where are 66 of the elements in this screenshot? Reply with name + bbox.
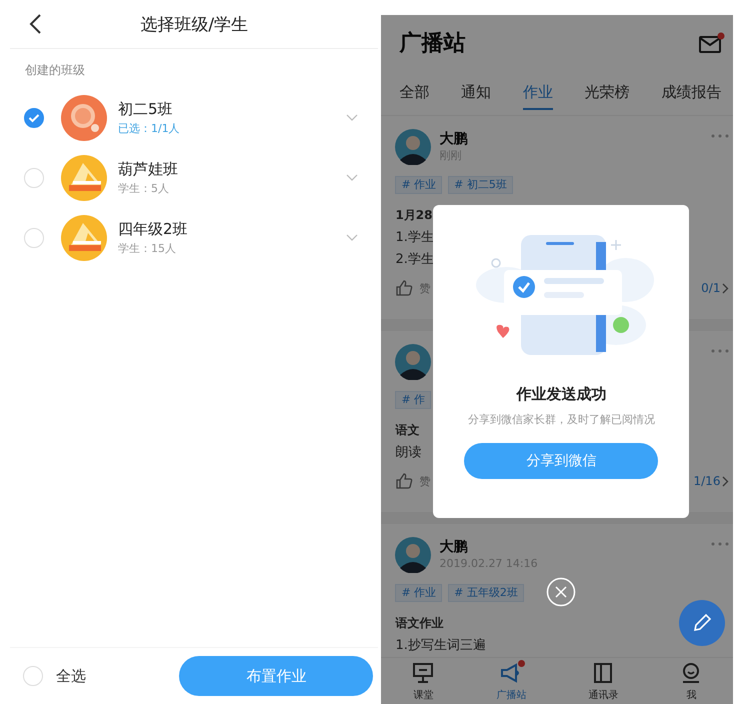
class-name: 四年级2班: [118, 219, 189, 240]
like-label[interactable]: 赞: [419, 280, 430, 296]
like-label[interactable]: 赞: [419, 474, 430, 488]
post-text: 1.抄写生词三遍: [395, 637, 486, 655]
post-text: 1月28: [395, 207, 433, 224]
magnifier-icon: [61, 95, 107, 141]
class-count: 已选：1/1人: [118, 121, 181, 137]
check-icon: [28, 113, 40, 123]
author-name: 大鹏: [439, 538, 468, 556]
tab[interactable]: 成绩报告: [661, 74, 722, 110]
share-button[interactable]: 分享到微信: [464, 443, 658, 479]
ruler-icon: [61, 155, 107, 201]
dialog-message: 分享到微信家长群，及时了解已阅情况: [468, 412, 655, 427]
close-icon[interactable]: [546, 577, 576, 607]
book-icon: [592, 662, 614, 684]
chevron-right-icon[interactable]: [722, 282, 730, 294]
page-title: 选择班级/学生: [140, 14, 248, 36]
post-text: 2.学生: [395, 251, 434, 269]
thumbs-up-icon[interactable]: [395, 279, 414, 297]
tab[interactable]: 作业: [522, 74, 553, 110]
author-name: 大鹏: [439, 130, 468, 148]
read-count[interactable]: 1/16: [694, 474, 720, 488]
tag[interactable]: # 作业: [395, 584, 442, 602]
chevron-right-icon[interactable]: [722, 476, 730, 486]
nav-tab[interactable]: 广播站: [486, 658, 536, 704]
thumbs-up-icon[interactable]: [395, 472, 414, 490]
post-text: 1.学生: [395, 229, 434, 247]
pencil-icon: [691, 612, 714, 634]
nav-tab[interactable]: 通讯录: [578, 658, 628, 704]
tag[interactable]: # 初二5班: [448, 176, 513, 194]
page-title: 广播站: [399, 30, 466, 58]
avatar-placeholder: [395, 537, 432, 573]
more-icon[interactable]: [711, 134, 730, 138]
read-count[interactable]: 0/1: [701, 281, 720, 295]
chevron-down-icon[interactable]: [346, 234, 358, 242]
tab[interactable]: 光荣榜: [584, 74, 630, 110]
avatar-placeholder: [395, 344, 432, 380]
class-name: 初二5班: [118, 99, 174, 120]
mail-icon[interactable]: [699, 32, 726, 54]
tag[interactable]: # 作: [395, 391, 432, 409]
tag[interactable]: # 作业: [395, 176, 442, 194]
more-icon[interactable]: [711, 349, 730, 353]
tab[interactable]: 通知: [461, 74, 492, 110]
chevron-down-icon[interactable]: [346, 114, 358, 122]
nav-tab[interactable]: 课堂: [402, 658, 444, 704]
ruler-icon: [61, 215, 107, 261]
more-icon[interactable]: [711, 542, 730, 546]
select-all-label[interactable]: 全选: [56, 666, 86, 686]
tab[interactable]: 全部: [399, 74, 430, 110]
board-icon: [412, 662, 434, 684]
back-icon[interactable]: [28, 13, 42, 35]
nav-tab[interactable]: 我: [670, 658, 712, 704]
dialog-title: 作业发送成功: [516, 385, 606, 404]
tag[interactable]: # 五年级2班: [448, 584, 524, 602]
chevron-down-icon[interactable]: [346, 174, 358, 182]
class-name: 葫芦娃班: [118, 159, 179, 180]
class-count: 学生：5人: [118, 181, 170, 197]
post-text: 朗读: [395, 444, 422, 462]
assign-homework-button[interactable]: 布置作业: [179, 656, 374, 696]
select-all-radio[interactable]: [23, 666, 43, 686]
avatar-placeholder: [395, 129, 432, 165]
post-text: 语文作业: [395, 615, 444, 632]
class-count: 学生：15人: [118, 241, 177, 257]
post-text: 语文: [395, 422, 420, 439]
class-radio[interactable]: [24, 108, 44, 128]
section-label: 创建的班级: [24, 62, 86, 79]
